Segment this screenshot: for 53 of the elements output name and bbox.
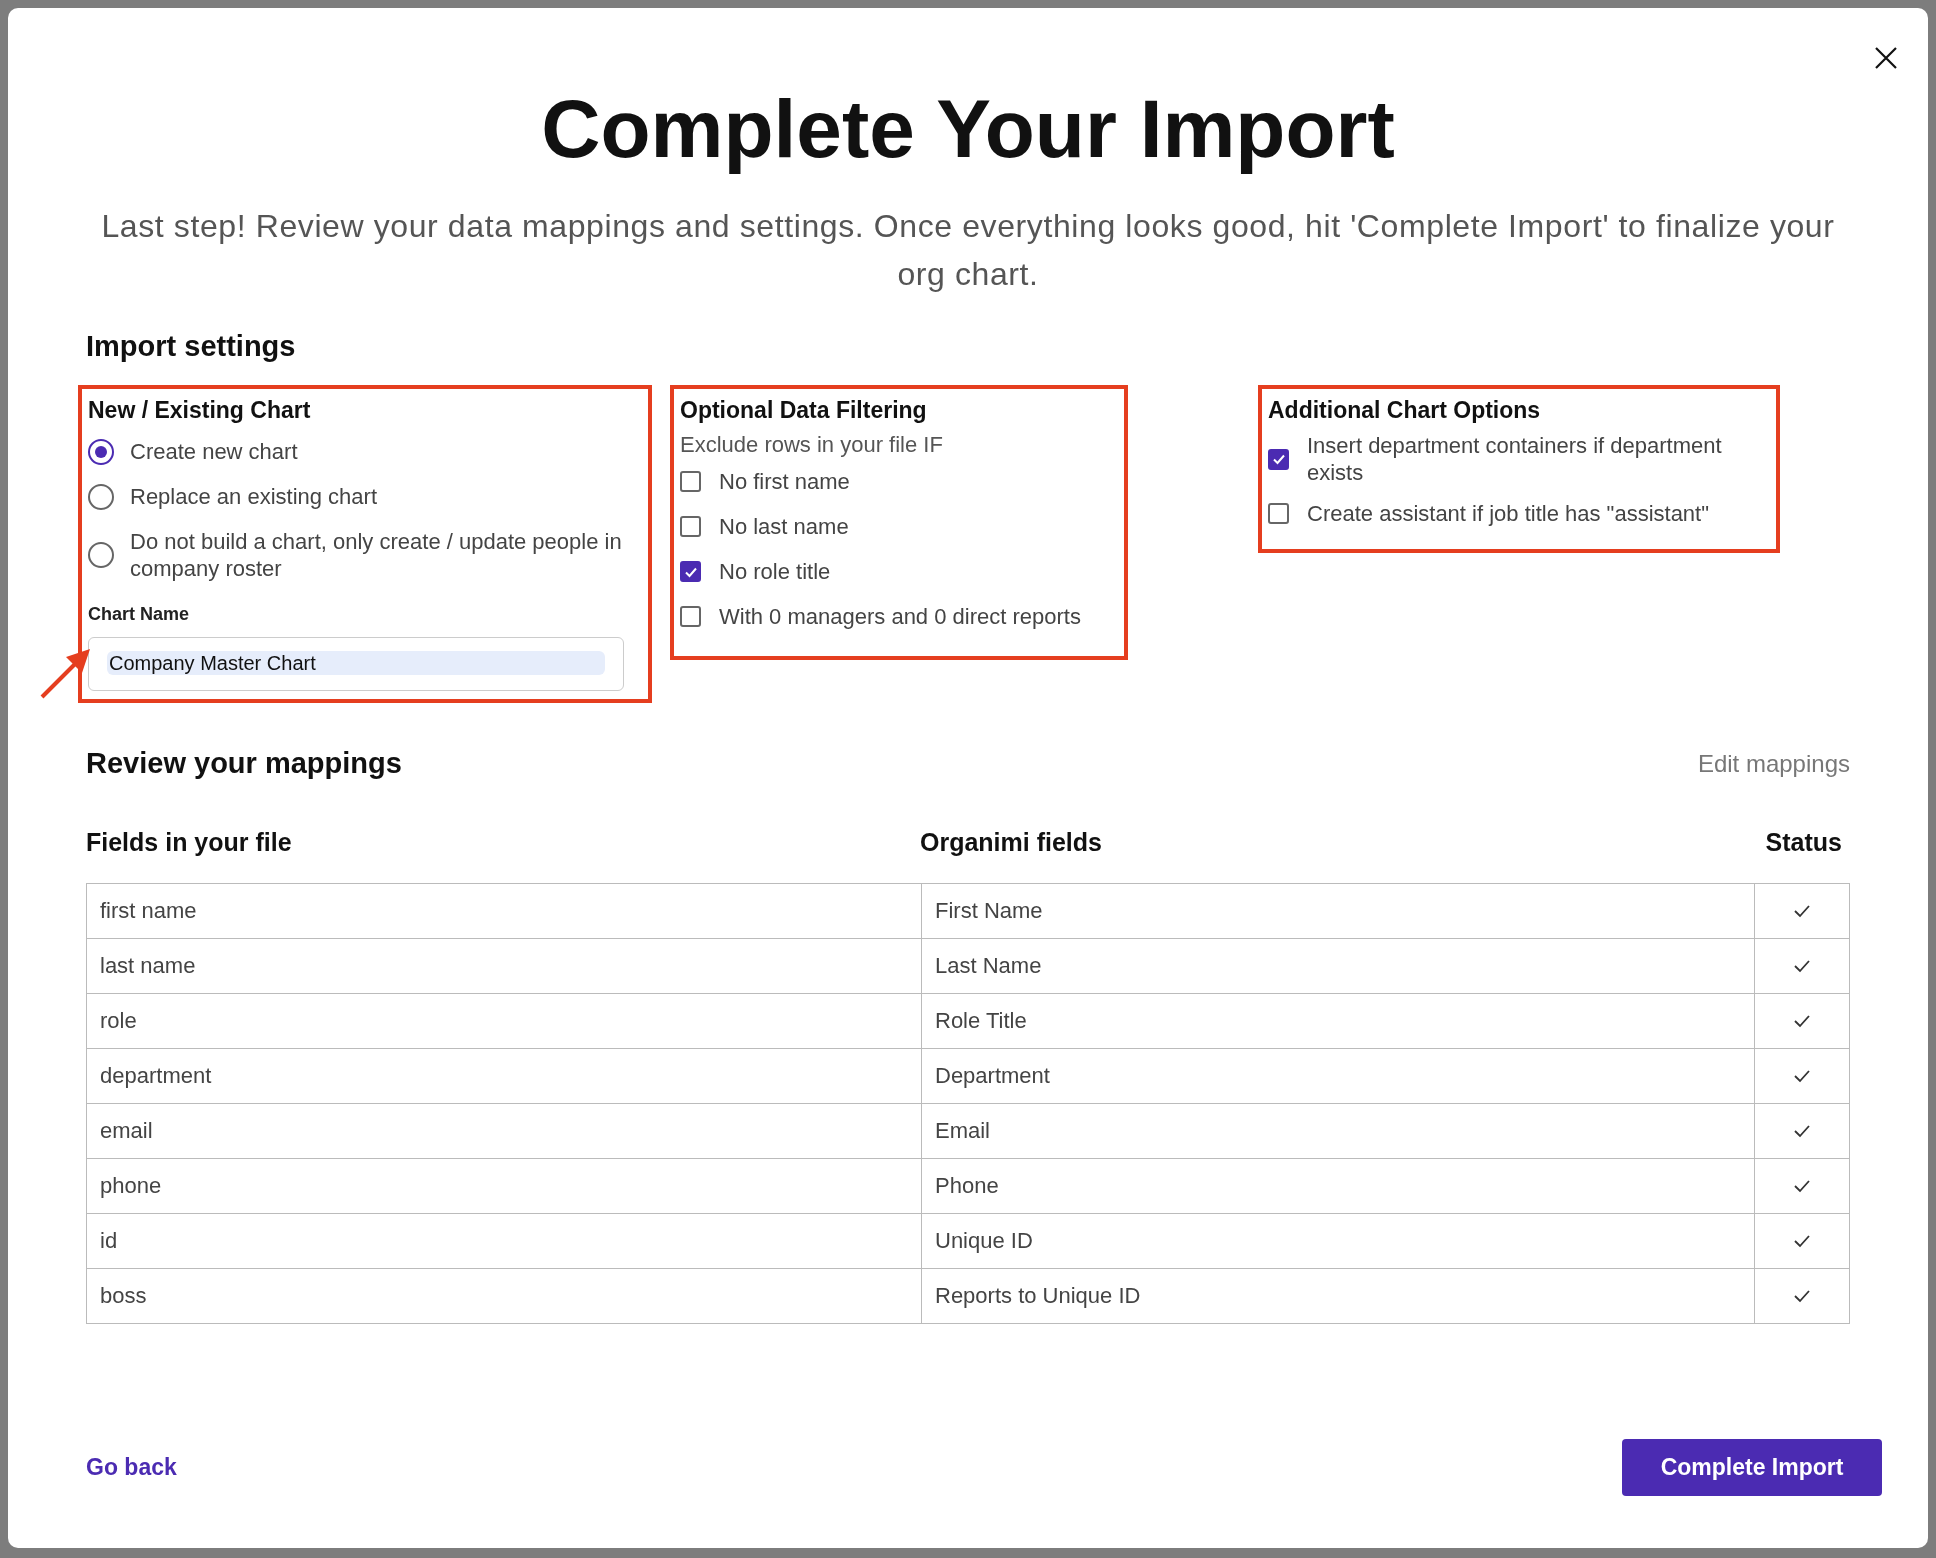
close-button[interactable] <box>1874 46 1898 70</box>
table-cell-text: last name <box>99 952 197 981</box>
section-heading: Import settings <box>86 330 297 364</box>
option-label: Replace an existing chart <box>130 483 378 511</box>
table-cell-text: id <box>99 1227 119 1256</box>
table-cell: Reports to Unique ID <box>921 1269 1754 1324</box>
checkbox[interactable] <box>680 606 701 628</box>
chart-name-field[interactable]: Company Master Chart <box>88 637 624 692</box>
option-label: No role title <box>719 558 831 586</box>
field-label: Chart Name <box>88 604 191 626</box>
table-cell: Phone <box>921 1159 1754 1214</box>
table-cell-text: first name <box>99 897 198 926</box>
option-label: Create new chart <box>130 438 298 466</box>
panel-heading: Additional Chart Options <box>1268 397 1542 425</box>
table-cell: Email <box>921 1104 1754 1159</box>
table-cell: Unique ID <box>921 1214 1754 1269</box>
checkbox[interactable] <box>680 561 701 583</box>
option-label: Insert department containers if department exists <box>1307 432 1723 487</box>
option-label: No last name <box>719 513 849 541</box>
radio-button[interactable] <box>88 483 114 510</box>
column-header: Fields in your file <box>86 828 293 858</box>
dialog-subtitle: Last step! Review your data mappings and settings. Once everything looks good, hit 'Complete Import' to finalize your org chart. <box>100 207 1836 295</box>
panel-heading: Optional Data Filtering <box>680 397 928 425</box>
edit-mappings-link[interactable]: Edit mappings <box>1697 749 1850 778</box>
section-heading: Review your mappings <box>86 747 402 781</box>
option-label: Do not build a chart, only create / update people in company roster <box>130 528 623 583</box>
field-value: Company Master Chart <box>107 651 605 676</box>
option-label: No first name <box>719 468 850 496</box>
go-back-link[interactable]: Go back <box>86 1454 177 1481</box>
table-cell: First Name <box>921 884 1754 939</box>
table-cell: Role Title <box>921 994 1754 1049</box>
table-cell-text: email <box>99 1117 154 1146</box>
filter-intro: Exclude rows in your file IF <box>680 432 944 459</box>
checkbox[interactable] <box>1268 448 1289 470</box>
table-cell-text: boss <box>99 1282 148 1311</box>
column-header: Status <box>1765 828 1842 858</box>
radio-button[interactable] <box>88 542 114 569</box>
checkbox[interactable] <box>680 516 701 538</box>
close-icon <box>1874 46 1898 70</box>
checkbox[interactable] <box>680 471 701 493</box>
checkbox[interactable] <box>1268 503 1289 525</box>
column-header: Organimi fields <box>920 828 1103 858</box>
panel-heading: New / Existing Chart <box>88 397 312 425</box>
complete-import-button[interactable]: Complete Import <box>1622 1439 1882 1496</box>
dialog-title: Complete Your Import <box>540 84 1396 175</box>
table-cell-text: phone <box>99 1172 163 1201</box>
option-label: Create assistant if job title has "assistant" <box>1307 500 1710 528</box>
table-cell: Last Name <box>921 939 1754 994</box>
option-label: With 0 managers and 0 direct reports <box>719 603 1081 631</box>
table-cell-text: role <box>99 1007 138 1036</box>
table-cell-text: department <box>99 1062 213 1091</box>
table-cell: Department <box>921 1049 1754 1104</box>
radio-button[interactable] <box>88 438 114 465</box>
